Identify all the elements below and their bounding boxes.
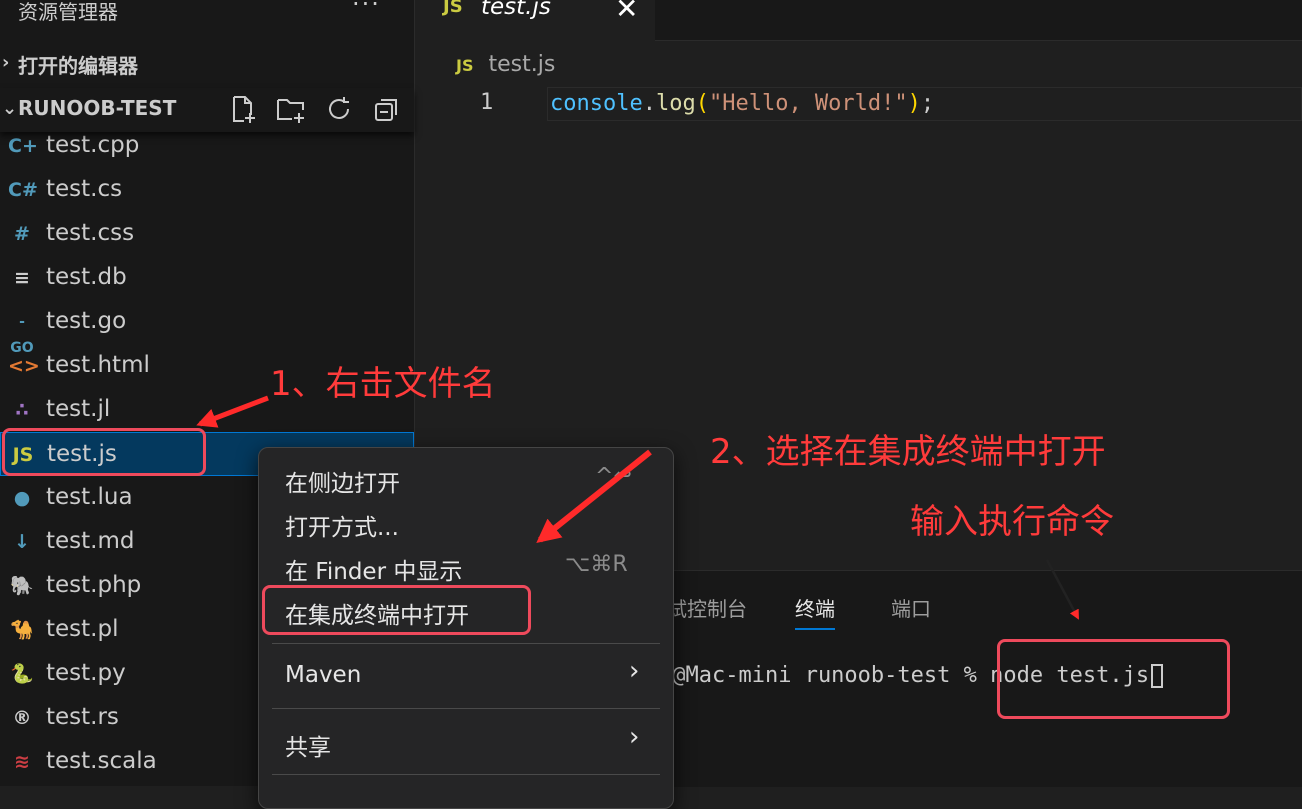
arrow-to-command xyxy=(1045,559,1080,620)
new-folder-icon[interactable] xyxy=(276,94,306,124)
arrow-to-file xyxy=(196,395,269,428)
chevron-down-icon: ⌄ xyxy=(2,98,18,119)
new-file-icon[interactable] xyxy=(228,94,258,124)
arrow-to-menu-item xyxy=(536,449,652,543)
collapse-all-icon[interactable] xyxy=(372,94,402,124)
project-name: RUNOOB-TEST xyxy=(18,96,177,120)
project-section[interactable]: ⌄ RUNOOB-TEST xyxy=(0,88,414,132)
refresh-icon[interactable] xyxy=(324,94,354,124)
